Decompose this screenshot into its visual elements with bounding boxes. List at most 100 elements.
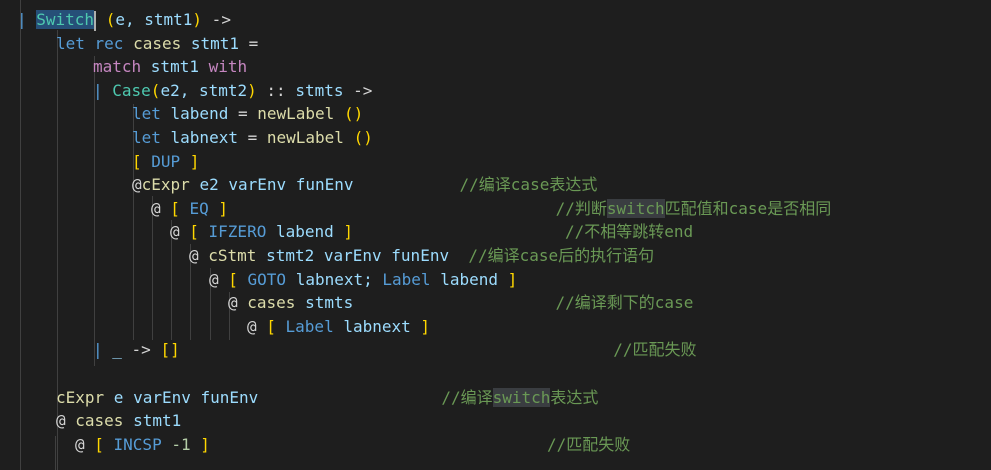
code-token: let xyxy=(132,128,171,147)
code-token: @ xyxy=(132,175,142,195)
code-editor[interactable]: | Switch (e, stmt1) -> let rec cases stmt… xyxy=(0,0,991,470)
code-token: -> xyxy=(343,80,373,100)
code-line[interactable]: @ [ IFZERO labend ] //不相等跳转end xyxy=(170,220,693,244)
code-line[interactable]: [ DUP ] xyxy=(132,150,199,174)
code-token: //判断 xyxy=(555,198,607,218)
code-token: _ xyxy=(112,340,122,360)
code-line[interactable]: @ [ INCSP -1 ] //匹配失败 xyxy=(75,433,630,457)
code-token: | xyxy=(93,340,113,360)
code-line[interactable]: @ cStmt stmt2 varEnv funEnv //编译case后的执行… xyxy=(189,244,654,268)
code-token: Label xyxy=(382,269,431,289)
code-token: ] xyxy=(507,269,518,289)
code-token: = xyxy=(237,128,267,147)
code-token: let rec xyxy=(56,33,134,53)
code-token: switch xyxy=(492,387,551,407)
code-token: ] xyxy=(190,434,210,454)
code-token: //编译剩下的case xyxy=(555,293,694,313)
code-token: Label xyxy=(285,316,334,336)
indent-guide xyxy=(20,0,21,470)
code-token: = xyxy=(239,33,259,53)
code-token: match xyxy=(93,57,151,77)
code-token: ] xyxy=(180,151,200,171)
code-token: ] xyxy=(420,316,431,336)
code-token: Case xyxy=(112,80,151,100)
code-line[interactable]: @ [ GOTO labnext; Label labend ] xyxy=(209,268,517,292)
code-token: stmt2 varEnv funEnv xyxy=(266,246,450,265)
code-token: () xyxy=(353,128,373,147)
code-line[interactable]: | Case(e2, stmt2) :: stmts -> xyxy=(93,79,372,103)
code-token: switch xyxy=(606,198,665,218)
code-token: ] xyxy=(343,222,354,242)
code-line[interactable]: @ [ Label labnext ] xyxy=(247,315,430,339)
code-line[interactable]: let labnext = newLabel () xyxy=(132,126,373,150)
code-token: @ xyxy=(189,246,209,265)
code-token: IFZERO xyxy=(208,222,267,242)
code-token: @ xyxy=(228,293,248,313)
code-token: ( xyxy=(105,10,116,29)
code-token: = xyxy=(228,104,258,124)
code-token: [ xyxy=(94,434,114,454)
code-token: labnext xyxy=(333,316,421,336)
code-token: | xyxy=(17,10,37,29)
code-token: 表达式 xyxy=(550,387,599,407)
code-line[interactable]: let labend = newLabel () xyxy=(132,102,363,126)
code-token: labend xyxy=(266,222,344,242)
code-token: e varEnv funEnv xyxy=(113,387,259,407)
code-line[interactable]: @ [ EQ ] //判断switch匹配值和case是否相同 xyxy=(151,197,831,221)
code-line[interactable]: @ cases stmt1 xyxy=(56,409,181,433)
code-token: ( xyxy=(150,80,161,100)
code-token: newLabel xyxy=(266,128,354,147)
code-token: () xyxy=(343,104,364,124)
code-token: labend xyxy=(430,269,508,289)
code-token: -> xyxy=(202,10,231,29)
code-token: [] xyxy=(160,340,180,360)
code-token: | xyxy=(93,80,113,100)
code-token: DUP xyxy=(151,151,181,171)
code-line[interactable]: @cExpr e2 varEnv funEnv //编译case表达式 xyxy=(132,173,597,197)
code-token: let xyxy=(132,104,171,124)
code-token: labnext xyxy=(170,128,238,147)
code-line[interactable]: @ cases stmts //编译剩下的case xyxy=(228,291,693,315)
code-token: [ xyxy=(170,198,190,218)
code-token: cases xyxy=(133,33,191,53)
code-token: -1 xyxy=(171,434,191,454)
code-line[interactable]: match stmt1 with xyxy=(93,55,247,79)
code-token: e2 varEnv funEnv xyxy=(199,175,354,195)
code-token: stmt1 xyxy=(150,57,209,77)
code-token: @ xyxy=(151,198,171,218)
code-token: labnext; xyxy=(286,269,383,289)
code-token: EQ xyxy=(189,198,209,218)
code-token: //编译case表达式 xyxy=(459,175,598,195)
code-line[interactable]: | _ -> [] //匹配失败 xyxy=(93,338,696,362)
code-token: newLabel xyxy=(257,104,344,124)
code-token: [ xyxy=(189,222,209,242)
code-token: //不相等跳转end xyxy=(564,222,694,242)
code-token: [ xyxy=(266,316,286,336)
code-token: @ xyxy=(247,316,267,336)
code-token: Switch xyxy=(36,10,95,29)
code-line[interactable]: let rec cases stmt1 = xyxy=(56,32,258,56)
code-token: //匹配失败 xyxy=(613,340,697,360)
code-token: //编译case后的执行语句 xyxy=(468,246,655,265)
code-token: //匹配失败 xyxy=(547,434,631,454)
code-token: @ xyxy=(209,269,229,289)
code-token: cases xyxy=(75,411,134,431)
code-line[interactable]: cExpr e varEnv funEnv //编译switch表达式 xyxy=(56,386,598,410)
code-token: stmt1 xyxy=(133,411,182,431)
code-token: e, stmt1 xyxy=(115,10,193,29)
code-token: stmts xyxy=(295,80,344,100)
code-token: GOTO xyxy=(247,269,287,289)
code-token: //编译 xyxy=(441,387,493,407)
code-token: @ xyxy=(170,222,190,242)
indent-guide xyxy=(94,56,95,366)
code-line[interactable]: | Switch (e, stmt1) -> xyxy=(17,8,231,32)
indent-guide xyxy=(55,436,56,470)
